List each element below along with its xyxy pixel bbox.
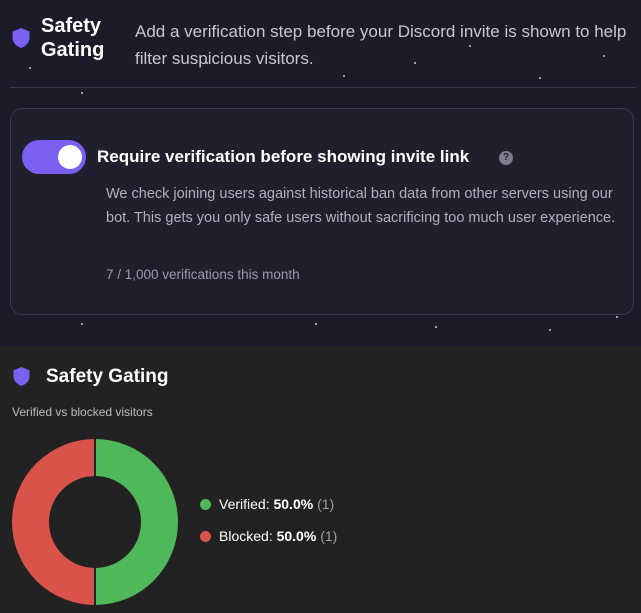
chart-subtitle: Verified vs blocked visitors — [12, 405, 153, 419]
help-icon[interactable]: ? — [499, 151, 513, 165]
legend-label-blocked: Blocked — [219, 528, 269, 544]
toggle-knob — [58, 145, 82, 169]
verification-usage-count: 7 / 1,000 verifications this month — [106, 267, 300, 282]
legend-dot-verified — [200, 499, 211, 510]
donut-slice-verified — [94, 437, 180, 607]
settings-header: Safety Gating Add a verification step be… — [0, 0, 641, 88]
safety-gating-settings-panel: Safety Gating Add a verification step be… — [0, 0, 641, 346]
legend-percent-verified: 50.0% — [273, 496, 314, 512]
donut-slice-blocked — [10, 437, 96, 607]
setting-title: Require verification before showing invi… — [97, 147, 470, 166]
legend-count-verified: (1) — [317, 496, 335, 512]
safety-gating-stats-panel: Safety Gating Verified vs blocked visito… — [0, 346, 641, 613]
page-description: Add a verification step before your Disc… — [135, 22, 627, 68]
legend-item-blocked: Blocked: 50.0% (1) — [200, 526, 337, 546]
stats-title: Safety Gating — [46, 366, 169, 387]
shield-icon — [12, 28, 30, 48]
legend-label-verified: Verified — [219, 496, 266, 512]
legend-item-verified: Verified: 50.0% (1) — [200, 494, 334, 514]
require-verification-toggle[interactable] — [22, 140, 86, 174]
legend-dot-blocked — [200, 531, 211, 542]
verification-setting-card: Require verification before showing invi… — [10, 108, 634, 315]
verification-donut-chart — [10, 437, 180, 607]
legend-count-blocked: (1) — [320, 528, 338, 544]
header-divider — [10, 87, 636, 88]
shield-icon — [13, 367, 30, 386]
setting-description: We check joining users against historica… — [106, 186, 616, 226]
legend-percent-blocked: 50.0% — [276, 528, 317, 544]
page-title: Safety Gating — [41, 15, 105, 61]
